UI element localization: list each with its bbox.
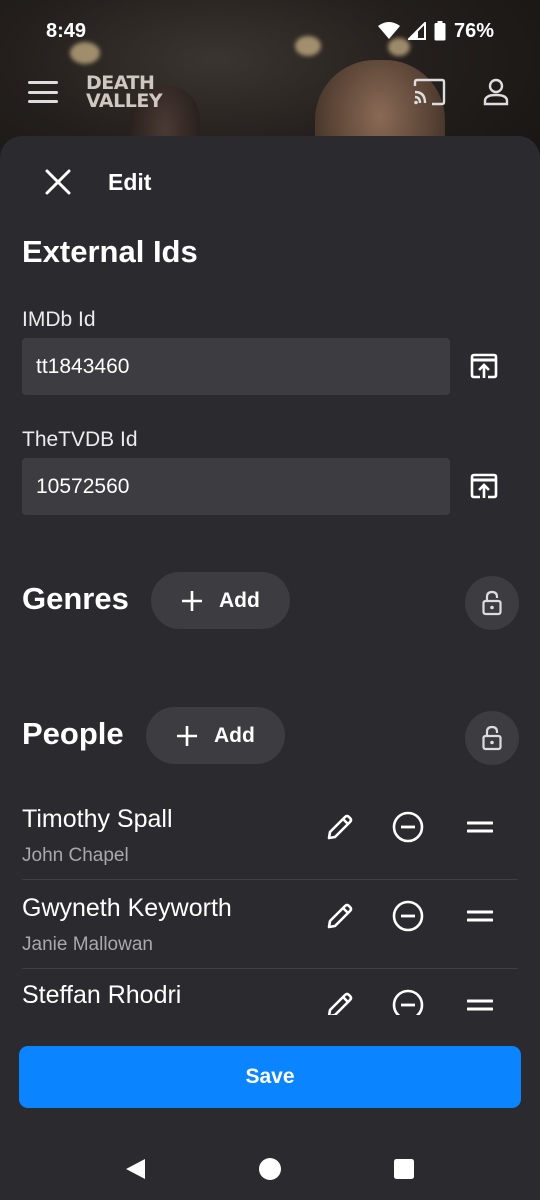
open-external-icon	[470, 473, 498, 499]
account-icon[interactable]	[482, 78, 510, 106]
nav-back-button[interactable]	[122, 1156, 148, 1182]
imdb-label: IMDb Id	[22, 308, 96, 331]
edit-person-button[interactable]	[322, 898, 358, 934]
person-name: Timothy Spall	[22, 805, 173, 833]
remove-circle-icon	[392, 989, 424, 1015]
sheet-header: Edit	[0, 136, 540, 228]
add-person-label: Add	[214, 723, 255, 747]
plus-icon	[182, 590, 202, 611]
nav-recents-button[interactable]	[391, 1156, 417, 1182]
tvdb-label: TheTVDB Id	[22, 428, 138, 451]
drag-handle-icon	[467, 821, 493, 833]
external-ids-heading: External Ids	[22, 234, 198, 269]
drag-handle[interactable]	[462, 898, 498, 934]
close-button[interactable]	[40, 164, 76, 200]
people-heading: People	[22, 716, 124, 751]
tvdb-value: 10572560	[36, 474, 130, 498]
battery-percent: 76%	[453, 19, 494, 42]
nav-home-button[interactable]	[257, 1156, 283, 1182]
person-role: John Chapel	[22, 845, 129, 866]
person-name: Steffan Rhodri	[22, 981, 182, 1009]
add-genre-button[interactable]: Add	[151, 572, 290, 629]
app-logo: DEATH VALLEY	[86, 72, 163, 112]
person-name: Gwyneth Keyworth	[22, 894, 232, 922]
drag-handle[interactable]	[462, 809, 498, 845]
drag-handle-icon	[467, 910, 493, 922]
add-person-button[interactable]: Add	[146, 707, 285, 764]
person-row[interactable]: Timothy Spall John Chapel	[0, 791, 540, 880]
remove-person-button[interactable]	[390, 987, 426, 1015]
edit-sheet: Edit External Ids IMDb Id tt1843460 TheT…	[0, 136, 540, 1138]
battery-icon	[434, 21, 446, 41]
open-external-icon	[470, 353, 498, 379]
signal-icon	[407, 22, 426, 40]
save-button[interactable]: Save	[19, 1046, 521, 1108]
menu-icon[interactable]	[28, 81, 58, 103]
imdb-field[interactable]: tt1843460	[22, 338, 450, 395]
remove-person-button[interactable]	[390, 898, 426, 934]
home-circle-icon	[259, 1158, 281, 1180]
close-icon	[45, 169, 71, 195]
people-lock-button[interactable]	[465, 711, 519, 765]
person-role: Janie Mallowan	[22, 934, 153, 955]
wifi-icon	[377, 22, 400, 39]
drag-handle[interactable]	[462, 987, 498, 1015]
sheet-title: Edit	[108, 168, 152, 195]
remove-person-button[interactable]	[390, 809, 426, 845]
recents-square-icon	[394, 1159, 414, 1179]
genres-lock-button[interactable]	[465, 576, 519, 630]
app-bar: DEATH VALLEY	[0, 62, 540, 122]
drag-handle-icon	[467, 999, 493, 1011]
status-time: 8:49	[46, 19, 87, 42]
pencil-icon	[327, 992, 353, 1015]
back-triangle-icon	[126, 1159, 145, 1179]
plus-icon	[177, 725, 197, 746]
edit-person-button[interactable]	[322, 809, 358, 845]
system-nav-bar	[0, 1138, 540, 1200]
pencil-icon	[327, 903, 353, 929]
edit-person-button[interactable]	[322, 987, 358, 1015]
remove-circle-icon	[392, 811, 424, 843]
open-tvdb-button[interactable]	[466, 468, 502, 504]
tvdb-field[interactable]: 10572560	[22, 458, 450, 515]
open-imdb-button[interactable]	[466, 348, 502, 384]
lock-open-icon	[482, 725, 502, 751]
add-genre-label: Add	[219, 588, 260, 612]
people-list: Timothy Spall John Chapel Gwyneth Keywor…	[0, 791, 540, 1015]
lock-open-icon	[482, 590, 502, 616]
status-icons: 76%	[377, 19, 494, 43]
remove-circle-icon	[392, 900, 424, 932]
status-bar: 8:49 76%	[0, 0, 540, 62]
cast-icon[interactable]	[412, 78, 446, 106]
genres-heading: Genres	[22, 581, 129, 616]
pencil-icon	[327, 814, 353, 840]
imdb-value: tt1843460	[36, 354, 130, 378]
person-row[interactable]: Steffan Rhodri DCI Clark	[0, 969, 540, 1015]
person-row[interactable]: Gwyneth Keyworth Janie Mallowan	[0, 880, 540, 969]
